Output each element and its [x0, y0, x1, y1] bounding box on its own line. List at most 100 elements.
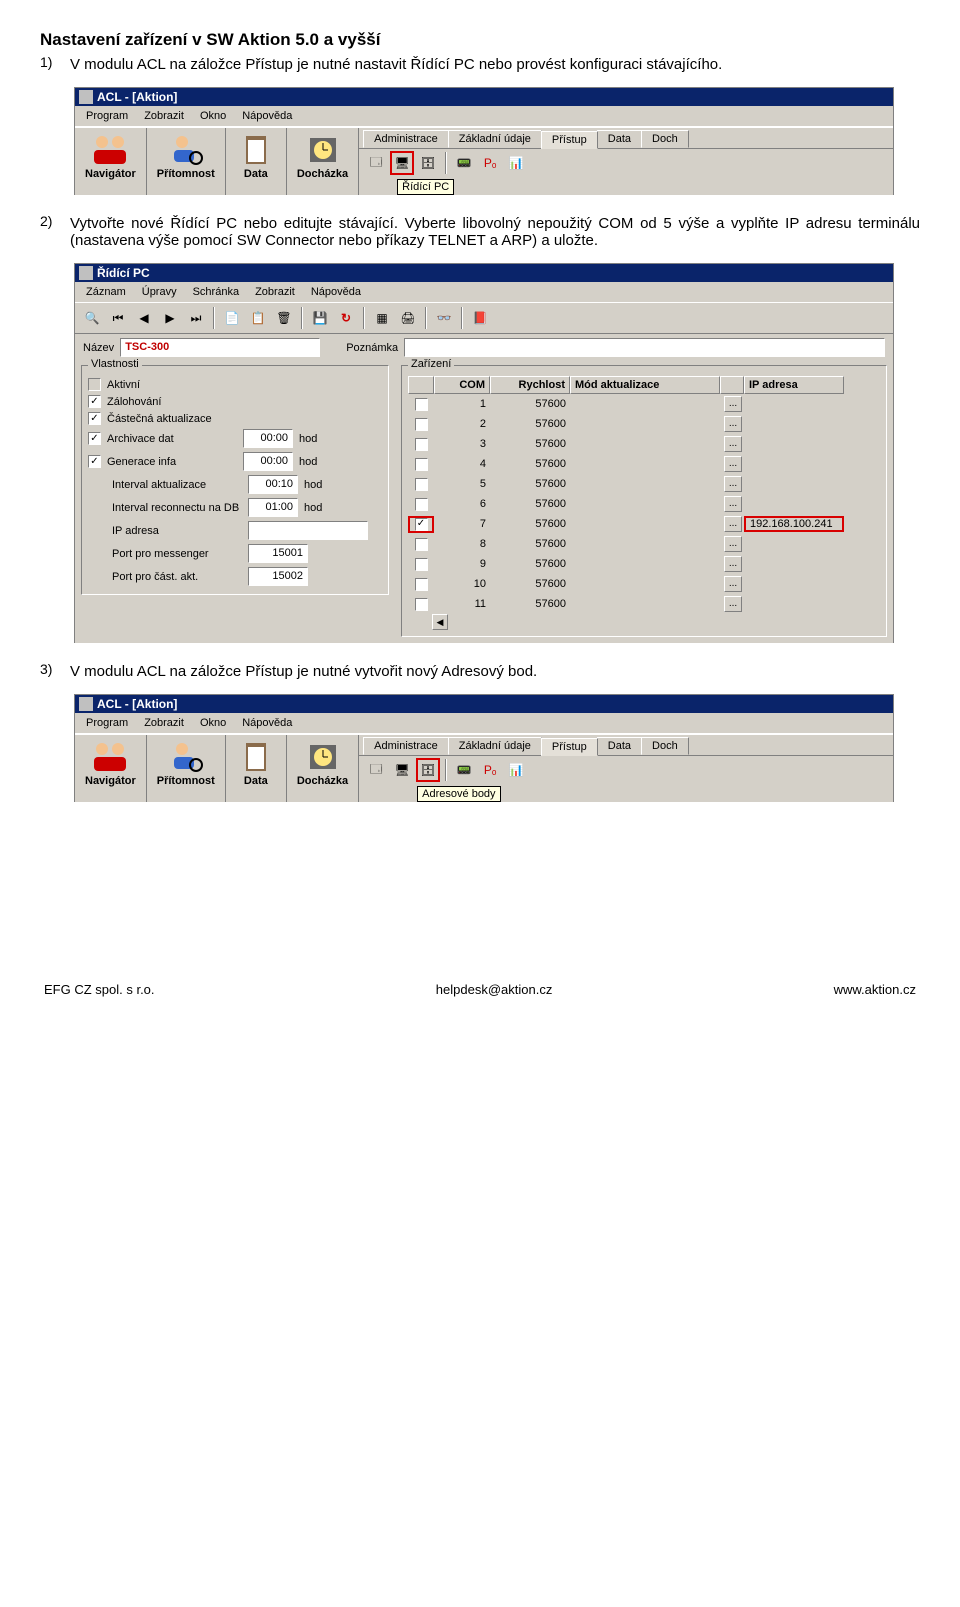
row-dots-button[interactable]: ... [724, 516, 742, 532]
tab-pristup[interactable]: Přístup [541, 738, 598, 756]
first-icon[interactable]: ⏮ [107, 307, 129, 329]
tab-pristup[interactable]: Přístup [541, 131, 598, 149]
row-checkbox[interactable] [415, 598, 428, 611]
data-button[interactable]: Data [226, 128, 287, 195]
row-dots-button[interactable]: ... [724, 556, 742, 572]
navigator-button[interactable]: Navigátor [75, 735, 147, 802]
hscrollbar[interactable]: ◀ [408, 614, 880, 630]
tab-data[interactable]: Data [597, 130, 642, 148]
menu-napoveda[interactable]: Nápověda [235, 108, 299, 124]
archivace-value[interactable]: 00:00 [243, 429, 293, 448]
menu-zobrazit[interactable]: Zobrazit [137, 108, 191, 124]
copy-icon[interactable]: 📋 [247, 307, 269, 329]
ip-adresa-input[interactable] [248, 521, 368, 540]
data-button[interactable]: Data [226, 735, 287, 802]
tool-icon-2[interactable]: 🖥 [391, 759, 413, 781]
menu-schranka[interactable]: Schránka [186, 284, 246, 300]
row-dots-button[interactable]: ... [724, 536, 742, 552]
zoom-icon[interactable]: 🔍 [81, 307, 103, 329]
interval-rec-value[interactable]: 01:00 [248, 498, 298, 517]
menu-okno[interactable]: Okno [193, 715, 233, 731]
menu-upravy[interactable]: Úpravy [135, 284, 184, 300]
cell-rych: 57600 [490, 558, 570, 570]
tab-data[interactable]: Data [597, 737, 642, 755]
pritomnost-button[interactable]: Přítomnost [147, 735, 226, 802]
find-icon[interactable]: 👓 [433, 307, 455, 329]
port-mess-value[interactable]: 15001 [248, 544, 308, 563]
tool-icon-6[interactable]: 📊 [505, 759, 527, 781]
print-icon[interactable]: 🖨 [397, 307, 419, 329]
row-checkbox[interactable] [415, 538, 428, 551]
delete-icon[interactable]: 🗑 [273, 307, 295, 329]
menu-program[interactable]: Program [79, 715, 135, 731]
pritomnost-button[interactable]: Přítomnost [147, 128, 226, 195]
row-dots-button[interactable]: ... [724, 476, 742, 492]
tool-icon-1[interactable]: 🗔 [365, 759, 387, 781]
generace-value[interactable]: 00:00 [243, 452, 293, 471]
menu-okno[interactable]: Okno [193, 108, 233, 124]
grid-icon[interactable]: ▦ [371, 307, 393, 329]
prev-icon[interactable]: ◀ [133, 307, 155, 329]
page-footer: EFG CZ spol. s r.o. helpdesk@aktion.cz w… [40, 982, 920, 997]
new-icon[interactable]: 📄 [221, 307, 243, 329]
row-checkbox[interactable] [415, 418, 428, 431]
menu-zobrazit2[interactable]: Zobrazit [248, 284, 302, 300]
tab-zakladni-udaje[interactable]: Základní údaje [448, 130, 542, 148]
tool-icon-3[interactable]: 🗄 [417, 152, 439, 174]
row-checkbox[interactable] [415, 578, 428, 591]
row-dots-button[interactable]: ... [724, 396, 742, 412]
poznamka-input[interactable] [404, 338, 885, 357]
generace-checkbox[interactable]: ✓ [88, 455, 101, 468]
tool-icon-5[interactable]: Pₒ [479, 759, 501, 781]
nazev-input[interactable]: TSC-300 [120, 338, 320, 357]
next-icon[interactable]: ▶ [159, 307, 181, 329]
menu-napoveda[interactable]: Nápověda [235, 715, 299, 731]
scroll-left-icon[interactable]: ◀ [432, 614, 448, 630]
grid-header: COM Rychlost Mód aktualizace IP adresa [408, 376, 880, 394]
table-row: 1057600... [408, 574, 880, 594]
row-dots-button[interactable]: ... [724, 456, 742, 472]
menu-zaznam[interactable]: Záznam [79, 284, 133, 300]
row-dots-button[interactable]: ... [724, 436, 742, 452]
tab-dochazka[interactable]: Doch [641, 130, 689, 148]
dochazka-button[interactable]: Docházka [287, 735, 359, 802]
tool-icon-6[interactable]: 📊 [505, 152, 527, 174]
row-dots-button[interactable]: ... [724, 416, 742, 432]
menu-zobrazit[interactable]: Zobrazit [137, 715, 191, 731]
archivace-checkbox[interactable]: ✓ [88, 432, 101, 445]
port-cast-value[interactable]: 15002 [248, 567, 308, 586]
row-dots-button[interactable]: ... [724, 596, 742, 612]
last-icon[interactable]: ⏭ [185, 307, 207, 329]
tab-zakladni-udaje[interactable]: Základní údaje [448, 737, 542, 755]
tab-administrace[interactable]: Administrace [363, 737, 449, 755]
interval-akt-value[interactable]: 00:10 [248, 475, 298, 494]
help-icon[interactable]: 📕 [469, 307, 491, 329]
dochazka-button[interactable]: Docházka [287, 128, 359, 195]
row-checkbox[interactable] [415, 498, 428, 511]
row-checkbox[interactable] [415, 458, 428, 471]
row-checkbox[interactable] [415, 558, 428, 571]
tool-icon-4[interactable]: 📟 [453, 759, 475, 781]
row-checkbox[interactable] [415, 478, 428, 491]
castecna-checkbox[interactable]: ✓ [88, 412, 101, 425]
tab-administrace[interactable]: Administrace [363, 130, 449, 148]
tab-dochazka[interactable]: Doch [641, 737, 689, 755]
menu-program[interactable]: Program [79, 108, 135, 124]
row-checkbox[interactable] [415, 398, 428, 411]
tool-icon-1[interactable]: 🗔 [365, 152, 387, 174]
row7-checkbox[interactable]: ✓ [415, 518, 428, 531]
menu-napoveda2[interactable]: Nápověda [304, 284, 368, 300]
tool-icon-5[interactable]: Pₒ [479, 152, 501, 174]
label-nazev: Název [83, 342, 114, 354]
refresh-icon[interactable]: ↻ [335, 307, 357, 329]
navigator-button[interactable]: Navigátor [75, 128, 147, 195]
save-icon[interactable]: 💾 [309, 307, 331, 329]
row-dots-button[interactable]: ... [724, 576, 742, 592]
tool-icon-4[interactable]: 📟 [453, 152, 475, 174]
aktivni-checkbox[interactable] [88, 378, 101, 391]
adresove-body-button[interactable]: 🗄 [417, 759, 439, 781]
row-dots-button[interactable]: ... [724, 496, 742, 512]
ridici-pc-button[interactable]: 🖥 [391, 152, 413, 174]
row-checkbox[interactable] [415, 438, 428, 451]
zalohovani-checkbox[interactable]: ✓ [88, 395, 101, 408]
